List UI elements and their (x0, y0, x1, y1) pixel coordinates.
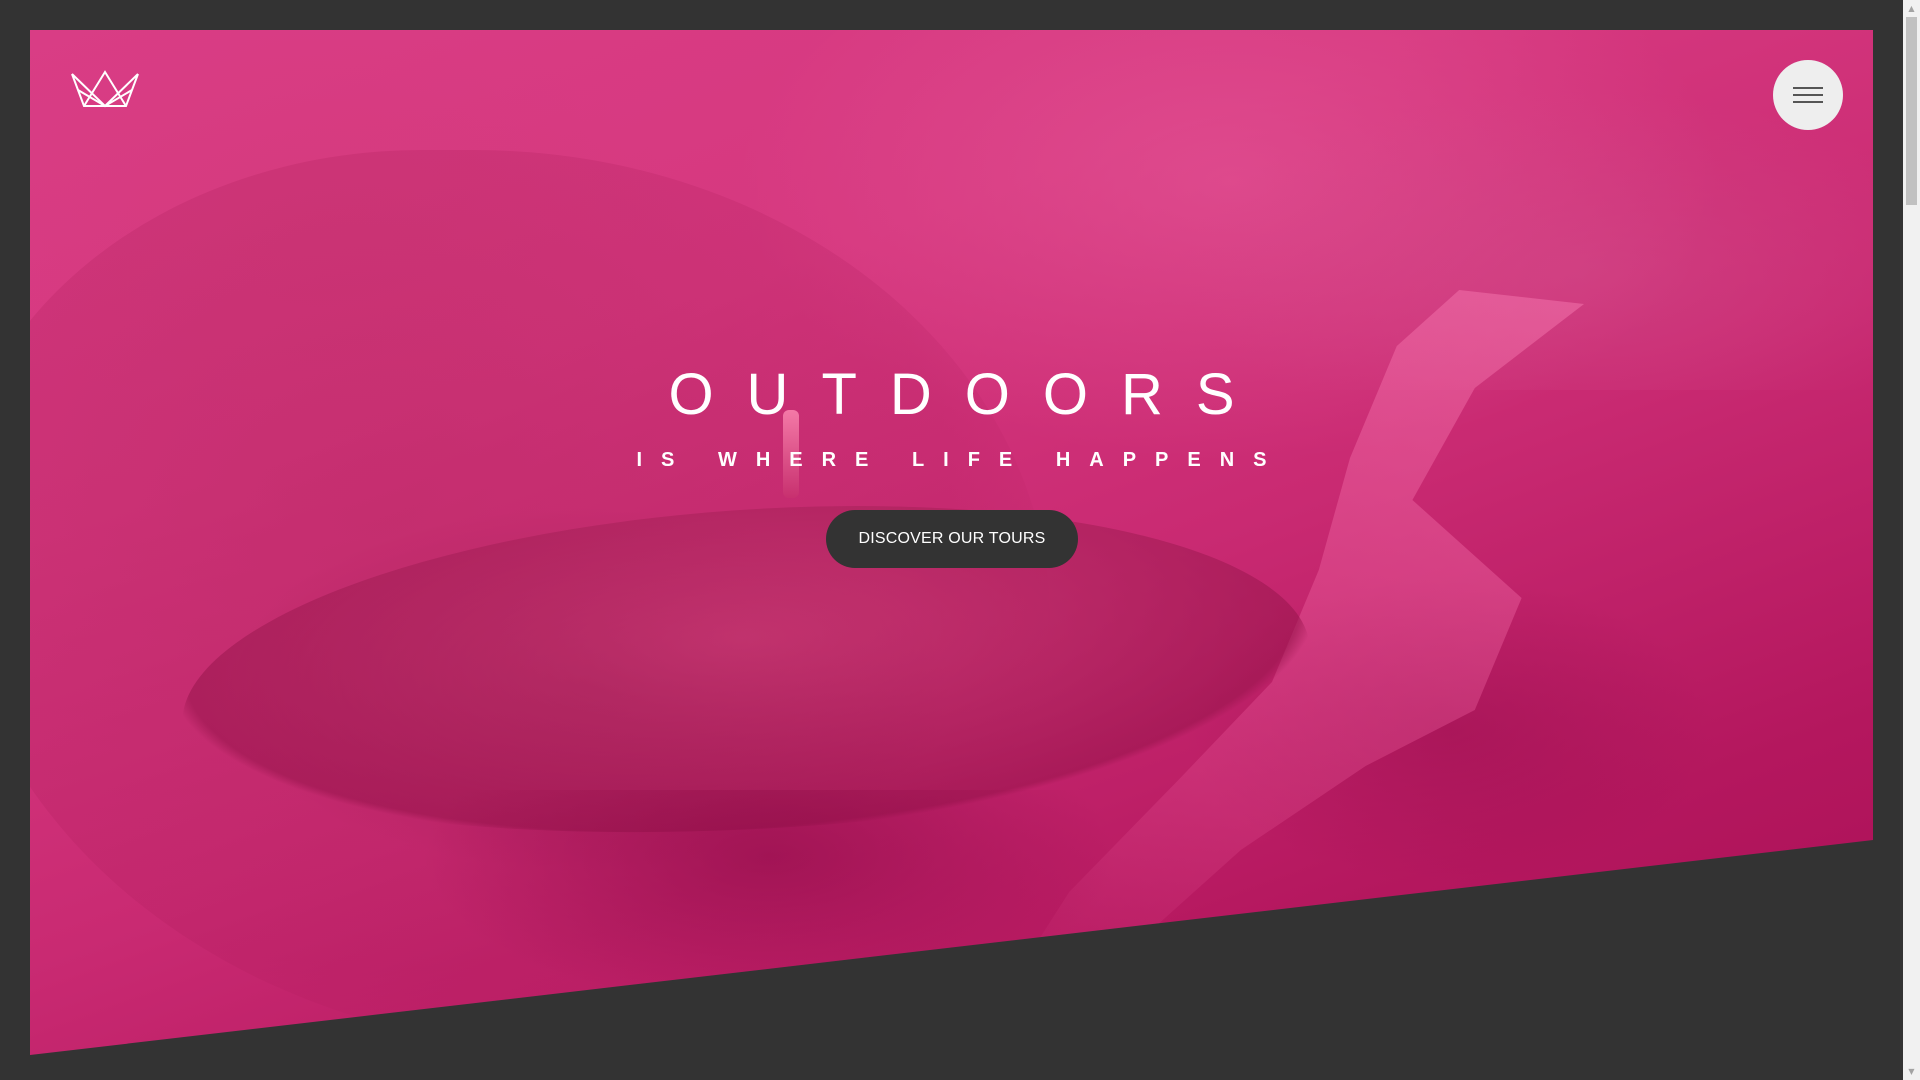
menu-button[interactable] (1773, 60, 1843, 130)
hero-text: OUTDOORS IS WHERE LIFE HAPPENS (30, 360, 1873, 474)
hero-section: OUTDOORS IS WHERE LIFE HAPPENS DISCOVER … (30, 30, 1873, 1055)
hamburger-menu-icon (1793, 87, 1823, 103)
vertical-scrollbar[interactable]: ▲ ▼ (1903, 0, 1920, 1080)
scroll-up-arrow-icon[interactable]: ▲ (1903, 0, 1920, 17)
page-frame: OUTDOORS IS WHERE LIFE HAPPENS DISCOVER … (30, 30, 1873, 1080)
cliff-shadow-decoration (420, 790, 1120, 1010)
discover-tours-button[interactable]: DISCOVER OUR TOURS (826, 510, 1078, 568)
crown-logo-icon[interactable] (70, 68, 140, 110)
scroll-down-arrow-icon[interactable]: ▼ (1903, 1063, 1920, 1080)
crown-icon (71, 70, 139, 108)
hero-subheadline: IS WHERE LIFE HAPPENS (636, 449, 1286, 471)
hero-headline: OUTDOORS (668, 362, 1268, 427)
scrollbar-thumb[interactable] (1906, 17, 1917, 205)
